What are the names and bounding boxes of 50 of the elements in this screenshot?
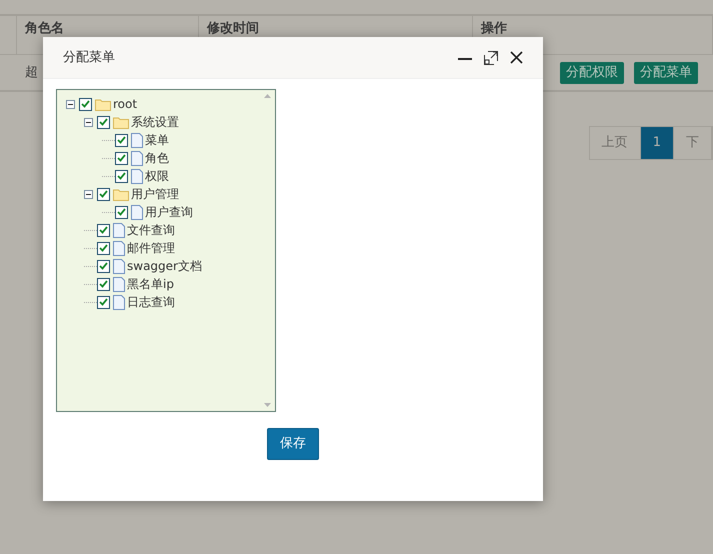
checkbox[interactable]: [97, 260, 110, 272]
tree-item-label[interactable]: 权限: [145, 167, 169, 185]
checkbox[interactable]: [97, 278, 110, 290]
collapse-toggle[interactable]: [84, 118, 93, 126]
action-button[interactable]: 分配权限: [560, 62, 624, 84]
checkbox[interactable]: [97, 116, 110, 128]
checkbox[interactable]: [97, 224, 110, 236]
folder-icon: [113, 188, 129, 200]
document-icon: [131, 168, 143, 184]
checkbox[interactable]: [97, 188, 110, 200]
tree-item-label[interactable]: 用户查询: [145, 203, 193, 221]
checkbox[interactable]: [115, 206, 128, 218]
document-icon: [131, 132, 143, 148]
close-icon[interactable]: [510, 51, 523, 64]
checkbox[interactable]: [115, 170, 128, 182]
tree-item-label[interactable]: 系统设置: [131, 113, 179, 131]
folder-icon: [95, 98, 111, 110]
checkbox[interactable]: [115, 152, 128, 164]
tree-item-label[interactable]: swagger文档: [127, 257, 202, 275]
document-icon: [131, 150, 143, 166]
folder-icon: [113, 116, 129, 128]
tree-item-label[interactable]: 黑名单ip: [127, 275, 174, 293]
checkbox[interactable]: [115, 134, 128, 146]
tree-item-label[interactable]: 文件查询: [127, 221, 175, 239]
table-cell: 超: [25, 64, 38, 80]
pagination-button[interactable]: 1: [640, 127, 674, 159]
tree-item-label[interactable]: 邮件管理: [127, 239, 175, 257]
tree-item-label[interactable]: 菜单: [145, 131, 169, 149]
document-icon: [113, 294, 125, 310]
maximize-icon[interactable]: [484, 50, 498, 64]
action-button[interactable]: 分配菜单: [634, 62, 698, 84]
collapse-toggle[interactable]: [84, 190, 93, 198]
tree-item-label[interactable]: root: [113, 95, 138, 113]
document-icon: [131, 204, 143, 220]
document-icon: [113, 240, 125, 256]
column-header: 角色名: [25, 20, 64, 38]
checkbox[interactable]: [97, 242, 110, 254]
collapse-toggle[interactable]: [66, 100, 75, 108]
column-header: 操作: [481, 20, 507, 38]
document-icon: [113, 276, 125, 292]
document-icon: [113, 222, 125, 238]
save-button[interactable]: 保存: [267, 428, 319, 460]
checkbox[interactable]: [97, 296, 110, 308]
checkbox[interactable]: [79, 98, 92, 110]
tree-item-label[interactable]: 角色: [145, 149, 169, 167]
tree-item-label[interactable]: 用户管理: [131, 185, 179, 203]
dialog-title: 分配菜单: [63, 48, 116, 67]
column-header: 修改时间: [207, 20, 259, 38]
document-icon: [113, 258, 125, 274]
tree-item-label[interactable]: 日志查询: [127, 293, 175, 311]
